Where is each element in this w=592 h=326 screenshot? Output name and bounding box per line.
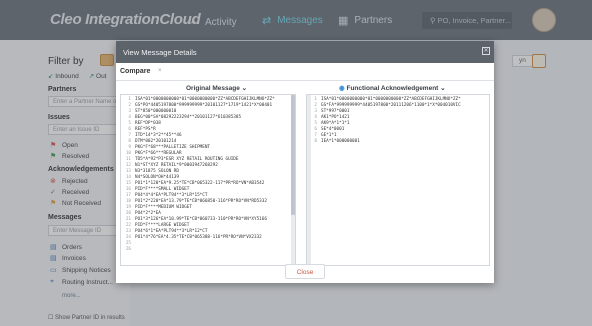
- modal-tab-bar: [116, 63, 494, 81]
- chevron-down-icon[interactable]: ⌄: [440, 85, 445, 92]
- original-message-lines: 1 ISA*01*0000000000*01*0000000000*ZZ*ABCD…: [121, 97, 275, 253]
- line-number: 26: [125, 247, 131, 252]
- scrollbar-thumb[interactable]: [291, 95, 295, 215]
- ack-lines: 1 ISA*01*0000000000*01*0000000000*ZZ*ABCD…: [307, 97, 461, 145]
- line-text: PO1*4*76*EA*4.35*TE*CB*065388-116*PR*RO*…: [135, 235, 262, 240]
- original-message-title: Original Message ⌄: [186, 85, 248, 92]
- close-button[interactable]: Close: [285, 264, 325, 279]
- tab-close-icon[interactable]: ×: [158, 68, 162, 74]
- scrollbar[interactable]: [291, 95, 295, 265]
- close-icon[interactable]: ✕: [482, 47, 490, 55]
- code-line: 26: [121, 247, 275, 253]
- code-line: 24 PO1*4*76*EA*4.35*TE*CB*065388-116*PR*R…: [121, 235, 275, 241]
- message-details-modal: View Message Details ✕ Compare × Origina…: [116, 41, 494, 283]
- original-message-pane[interactable]: 1 ISA*01*0000000000*01*0000000000*ZZ*ABCD…: [120, 94, 296, 266]
- ack-pane[interactable]: 1 ISA*01*0000000000*01*0000000000*ZZ*ABCD…: [306, 94, 490, 266]
- line-text: IEA*1*000000001: [321, 139, 360, 144]
- tab-compare[interactable]: Compare: [120, 68, 150, 75]
- code-line: 8 IEA*1*000000001: [307, 139, 461, 145]
- modal-title: View Message Details: [116, 41, 494, 63]
- chevron-down-icon[interactable]: ⌄: [242, 85, 247, 92]
- scrollbar[interactable]: [307, 95, 311, 265]
- ack-title: ◉ Functional Acknowledgement ⌄: [339, 85, 446, 92]
